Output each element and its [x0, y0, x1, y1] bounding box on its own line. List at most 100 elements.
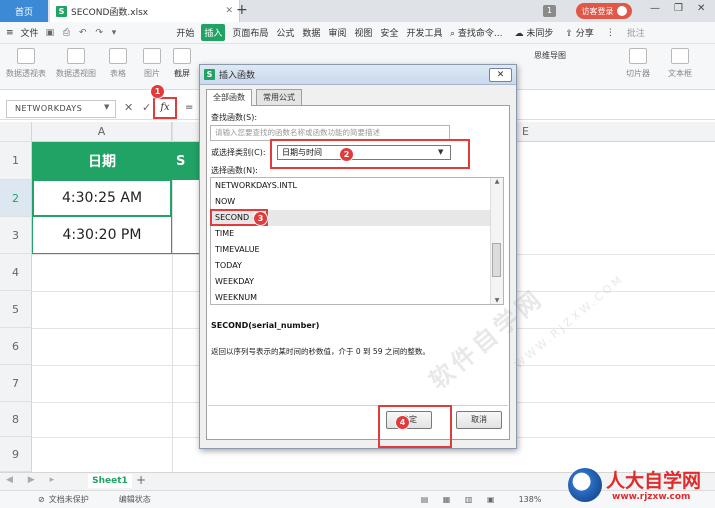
- tab-all-functions[interactable]: 全部函数: [206, 89, 252, 106]
- command-search[interactable]: ⌕ 查找命令...: [450, 26, 503, 39]
- logo-emblem-icon: [568, 468, 602, 502]
- row-header[interactable]: 2: [0, 180, 32, 217]
- tab-home-label: 首页: [14, 7, 33, 18]
- cell-b1-header[interactable]: S: [172, 142, 202, 180]
- ribbon-pivot-chart[interactable]: 数据透视图: [54, 48, 98, 79]
- menu-file[interactable]: 文件: [20, 24, 40, 41]
- tab-file[interactable]: S SECOND函数.xlsx ✕: [50, 0, 240, 22]
- share-label: 分享: [575, 29, 594, 39]
- function-list-item[interactable]: WEEKNUM: [211, 290, 503, 304]
- share-button[interactable]: ⇪ 分享: [565, 26, 593, 39]
- formula-content[interactable]: =: [185, 102, 193, 113]
- toolbar-quick-icons[interactable]: ▣ ⎙ ↶ ↷ ▾: [46, 28, 120, 38]
- window-controls: — ❐ ✕: [650, 3, 705, 14]
- column-header-e[interactable]: E: [522, 122, 542, 142]
- ribbon-mindmap[interactable]: 思维导图: [520, 50, 580, 61]
- spreadsheet-icon: S: [204, 69, 215, 80]
- dialog-close-button[interactable]: ✕: [489, 68, 512, 82]
- chevron-down-icon[interactable]: ▼: [104, 103, 109, 111]
- row-header[interactable]: 3: [0, 217, 32, 254]
- ribbon-label: 文本框: [668, 69, 692, 78]
- step-marker-1: 1: [151, 85, 164, 98]
- column-header-a[interactable]: A: [32, 122, 172, 142]
- dialog-separator: [208, 405, 508, 406]
- cell-a2[interactable]: 4:30:25 AM: [32, 180, 172, 217]
- menu-data[interactable]: 数据: [301, 24, 321, 41]
- menu-formula[interactable]: 公式: [275, 24, 295, 41]
- select-all-corner[interactable]: [0, 122, 32, 142]
- name-box[interactable]: NETWORKDAYS: [6, 100, 116, 118]
- cell-a3[interactable]: 4:30:20 PM: [32, 217, 172, 254]
- menu-developer[interactable]: 开发工具: [405, 24, 443, 41]
- function-list-item[interactable]: NOW: [211, 194, 503, 210]
- menu-right-tools: ⌕ 查找命令... ☁ 未同步 ⇪ 分享 ⋮ 批注: [450, 26, 645, 40]
- menu-insert[interactable]: 插入: [201, 24, 226, 41]
- row-header[interactable]: 9: [0, 437, 32, 472]
- add-sheet-button[interactable]: +: [136, 473, 146, 487]
- row-header[interactable]: 4: [0, 254, 32, 291]
- row-header[interactable]: 6: [0, 328, 32, 365]
- insert-function-dialog: S 插入函数 ✕ 全部函数 常用公式 查找函数(S): 请输入您要查找的函数名称…: [199, 64, 627, 449]
- ribbon-label: 图片: [144, 69, 160, 78]
- row-header[interactable]: 1: [0, 142, 32, 180]
- ribbon-label: 切片器: [626, 69, 650, 78]
- scroll-up-icon[interactable]: ▲: [491, 178, 503, 185]
- cancel-button[interactable]: 取消: [456, 411, 502, 429]
- menu-review[interactable]: 审阅: [327, 24, 347, 41]
- zoom-level[interactable]: 138%: [519, 495, 542, 504]
- menu-security[interactable]: 安全: [379, 24, 399, 41]
- avatar-icon: [616, 6, 627, 16]
- tab-home[interactable]: 首页: [0, 0, 48, 22]
- ribbon-textbox[interactable]: 文本框: [658, 48, 702, 79]
- confirm-formula-icon[interactable]: ✓: [142, 101, 151, 114]
- ribbon-screenshot[interactable]: 截屏: [160, 48, 204, 79]
- sheet-tab-sheet1[interactable]: Sheet1: [88, 474, 132, 488]
- slicer-icon: [629, 48, 647, 64]
- view-mode-icons[interactable]: ▤ ▦ ▥ ▣: [421, 495, 501, 504]
- function-list-item[interactable]: WEEKDAY: [211, 274, 503, 290]
- row-header[interactable]: 5: [0, 291, 32, 328]
- ribbon-label: 表格: [110, 69, 126, 78]
- new-tab-button[interactable]: +: [236, 2, 248, 18]
- minimize-icon[interactable]: —: [650, 3, 660, 14]
- function-list[interactable]: NETWORKDAYS.INTL NOW SECOND TIME TIMEVAL…: [210, 177, 504, 305]
- close-window-icon[interactable]: ✕: [697, 3, 705, 14]
- more-icon[interactable]: ⋮: [606, 28, 615, 38]
- ok-highlight-box: [378, 405, 452, 448]
- tab-common-formulas[interactable]: 常用公式: [256, 89, 302, 105]
- row-header[interactable]: 7: [0, 365, 32, 402]
- cancel-formula-icon[interactable]: ✕: [124, 101, 133, 114]
- sync-status[interactable]: ☁ 未同步: [515, 26, 554, 39]
- menu-page-layout[interactable]: 页面布局: [231, 24, 269, 41]
- annotate-button[interactable]: 批注: [627, 26, 645, 39]
- cell-a1-header[interactable]: 日期: [32, 142, 172, 180]
- function-list-item[interactable]: TIME: [211, 226, 503, 242]
- row-header[interactable]: 8: [0, 402, 32, 437]
- maximize-icon[interactable]: ❐: [674, 3, 683, 14]
- doc-protect-status[interactable]: 文档未保护: [49, 494, 89, 505]
- tab-close-icon[interactable]: ✕: [225, 6, 233, 16]
- shield-icon: ⊘: [38, 495, 45, 504]
- sheet-nav-icons[interactable]: ◀ ▶ ▸: [6, 475, 60, 485]
- dialog-title: 插入函数: [219, 71, 256, 81]
- menu-icon[interactable]: ≡: [6, 28, 14, 38]
- tab-file-label: SECOND函数.xlsx: [71, 7, 149, 18]
- menu-view[interactable]: 视图: [353, 24, 373, 41]
- spreadsheet-icon: S: [56, 5, 67, 17]
- function-list-scrollbar[interactable]: ▲ ▼: [490, 178, 503, 304]
- ribbon-pivot-table[interactable]: 数据透视表: [4, 48, 48, 79]
- menu-start[interactable]: 开始: [175, 24, 195, 41]
- screenshot-icon: [173, 48, 191, 64]
- function-list-item[interactable]: NETWORKDAYS.INTL: [211, 178, 503, 194]
- site-logo: 人大自学网 www.rjzxw.com: [568, 462, 714, 506]
- ribbon-slicer[interactable]: 切片器: [616, 48, 660, 79]
- cell-b-range[interactable]: [172, 180, 202, 254]
- dialog-title-bar[interactable]: S 插入函数: [200, 65, 516, 85]
- ribbon-label: 数据透视表: [6, 69, 46, 78]
- guest-login-button[interactable]: 访客登录: [576, 3, 632, 19]
- function-list-item[interactable]: TIMEVALUE: [211, 242, 503, 258]
- edit-status: 编辑状态: [118, 495, 151, 504]
- insert-function-button[interactable]: fx: [153, 97, 177, 119]
- function-list-item[interactable]: TODAY: [211, 258, 503, 274]
- scrollbar-thumb[interactable]: [492, 243, 501, 277]
